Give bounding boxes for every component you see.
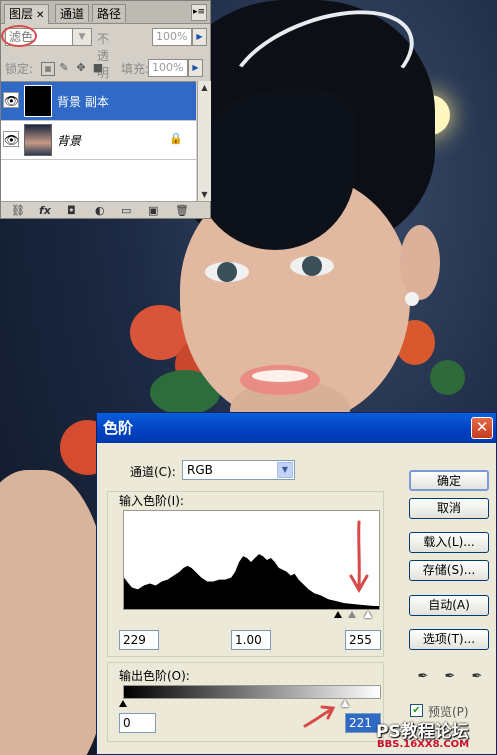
- output-gradient-bar: [123, 685, 381, 699]
- layer-row-background[interactable]: 👁 背景 🔒: [1, 121, 196, 160]
- tab-layers-label: 图层: [9, 7, 34, 21]
- layer-thumbnail: [24, 85, 52, 117]
- channel-label: 通道(C):: [130, 465, 176, 479]
- fill-field[interactable]: 100%: [148, 59, 188, 77]
- options-button[interactable]: 选项(T)...: [409, 629, 489, 650]
- input-white-field[interactable]: 255: [345, 630, 381, 650]
- dialog-title: 色阶: [103, 419, 134, 437]
- ok-button-label: 确定: [436, 474, 461, 488]
- cancel-button-label: 取消: [436, 501, 461, 515]
- auto-button[interactable]: 自动(A): [409, 595, 489, 616]
- lock-transparency-icon[interactable]: ▦: [41, 62, 55, 76]
- output-black-value: 0: [123, 716, 131, 730]
- lock-all-icon[interactable]: ■: [92, 62, 104, 74]
- opacity-arrow-icon[interactable]: ▶: [192, 28, 207, 46]
- scroll-up-icon[interactable]: ▲: [198, 81, 211, 94]
- opacity-value: 100%: [156, 30, 188, 43]
- annotation-circle: [1, 25, 37, 47]
- output-white-slider[interactable]: [341, 700, 349, 707]
- close-icon[interactable]: ✕: [36, 10, 44, 21]
- input-black-field[interactable]: 229: [119, 630, 159, 650]
- cancel-button[interactable]: 取消: [409, 498, 489, 519]
- dialog-title-bar[interactable]: 色阶: [97, 413, 496, 443]
- fx-icon[interactable]: fx: [39, 204, 51, 217]
- layer-name-background-copy: 背景 副本: [57, 95, 109, 109]
- input-gamma-value: 1.00: [235, 633, 262, 647]
- ok-button[interactable]: 确定: [409, 470, 489, 491]
- lock-icon: 🔒: [169, 132, 183, 145]
- save-button-label: 存储(S)...: [422, 563, 476, 577]
- chevron-down-icon[interactable]: ▼: [72, 28, 92, 46]
- input-white-value: 255: [349, 633, 372, 647]
- lock-brush-icon[interactable]: ✎: [58, 62, 70, 74]
- mask-icon[interactable]: ◘: [67, 204, 76, 217]
- opacity-field[interactable]: 100%: [152, 28, 192, 46]
- layer-name-background: 背景: [57, 134, 82, 148]
- load-button[interactable]: 载入(L)...: [409, 532, 489, 553]
- channel-value: RGB: [187, 463, 213, 477]
- watermark-url: BBS.16XX8.COM: [377, 739, 470, 750]
- group-icon[interactable]: ▭: [121, 204, 131, 217]
- fill-arrow-icon[interactable]: ▶: [188, 59, 203, 77]
- output-levels-label: 输出色阶(O):: [119, 669, 190, 683]
- layer-thumbnail: [24, 124, 52, 156]
- input-levels-label: 输入色阶(I):: [119, 494, 184, 508]
- layers-panel: 图层✕ 通道 路径 ▸≡ 滤色 ▼ 不透明度: 100% ▶ 锁定: ▦ ✎ ✥…: [0, 0, 211, 219]
- watermark: PS教程论坛 BBS.16XX8.COM: [371, 717, 497, 755]
- layer-row-background-copy[interactable]: 👁 背景 副本: [1, 82, 196, 121]
- link-icon[interactable]: ⛓: [11, 204, 25, 217]
- close-icon[interactable]: ✕: [471, 417, 493, 439]
- lock-move-icon[interactable]: ✥: [75, 62, 87, 74]
- layers-list: 👁 背景 副本 👁 背景 🔒: [1, 81, 196, 202]
- auto-button-label: 自动(A): [428, 598, 470, 612]
- layers-scrollbar[interactable]: ▲ ▼: [197, 81, 211, 201]
- scroll-down-icon[interactable]: ▼: [198, 188, 211, 201]
- tab-paths[interactable]: 路径: [92, 4, 127, 22]
- annotation-arrow: [349, 520, 369, 594]
- output-black-field[interactable]: 0: [119, 713, 156, 733]
- histogram: [123, 510, 380, 610]
- options-button-label: 选项(T)...: [422, 632, 476, 646]
- eye-icon[interactable]: 👁: [3, 131, 19, 147]
- trash-icon[interactable]: 🗑: [175, 204, 189, 217]
- lock-row: 锁定: ▦ ✎ ✥ ■ 填充: 100% ▶: [5, 59, 209, 77]
- fill-value: 100%: [152, 61, 184, 74]
- input-black-value: 229: [123, 633, 146, 647]
- eye-icon[interactable]: 👁: [3, 92, 19, 108]
- chevron-down-icon[interactable]: ▼: [277, 462, 293, 478]
- input-white-slider[interactable]: [364, 611, 372, 618]
- load-button-label: 载入(L)...: [423, 535, 475, 549]
- tab-channels-label: 通道: [60, 7, 85, 21]
- tab-channels[interactable]: 通道: [55, 4, 90, 22]
- lock-label: 锁定:: [5, 62, 34, 76]
- tab-paths-label: 路径: [97, 7, 122, 21]
- panel-tab-bar: 图层 ✕ 通道 路径 ▸≡: [1, 1, 210, 24]
- panel-menu-icon[interactable]: ▸≡: [191, 4, 207, 21]
- annotation-arrow: [303, 705, 336, 728]
- preview-checkbox[interactable]: ✔: [410, 704, 423, 717]
- output-black-slider[interactable]: [119, 700, 127, 707]
- channel-select[interactable]: RGB ▼: [182, 460, 295, 480]
- save-button[interactable]: 存储(S)...: [409, 560, 489, 581]
- output-white-value: 221: [349, 716, 372, 730]
- gray-eyedropper-icon[interactable]: ✒: [442, 668, 458, 686]
- fill-label: 填充:: [121, 62, 150, 76]
- input-gamma-slider[interactable]: [348, 611, 356, 618]
- adjustment-icon[interactable]: ◐: [95, 204, 105, 217]
- tab-layers[interactable]: 图层 ✕: [4, 4, 50, 24]
- input-gamma-field[interactable]: 1.00: [231, 630, 271, 650]
- layers-bottom-toolbar: ⛓ fx ◘ ◐ ▭ ▣ 🗑: [1, 201, 210, 219]
- white-eyedropper-icon[interactable]: ✒: [469, 668, 485, 686]
- new-layer-icon[interactable]: ▣: [148, 204, 158, 217]
- input-black-slider[interactable]: [334, 611, 342, 618]
- levels-dialog: 色阶 ✕ 通道(C): RGB ▼ 输入色阶(I): 229 1.00 255 …: [96, 412, 497, 755]
- black-eyedropper-icon[interactable]: ✒: [415, 668, 431, 686]
